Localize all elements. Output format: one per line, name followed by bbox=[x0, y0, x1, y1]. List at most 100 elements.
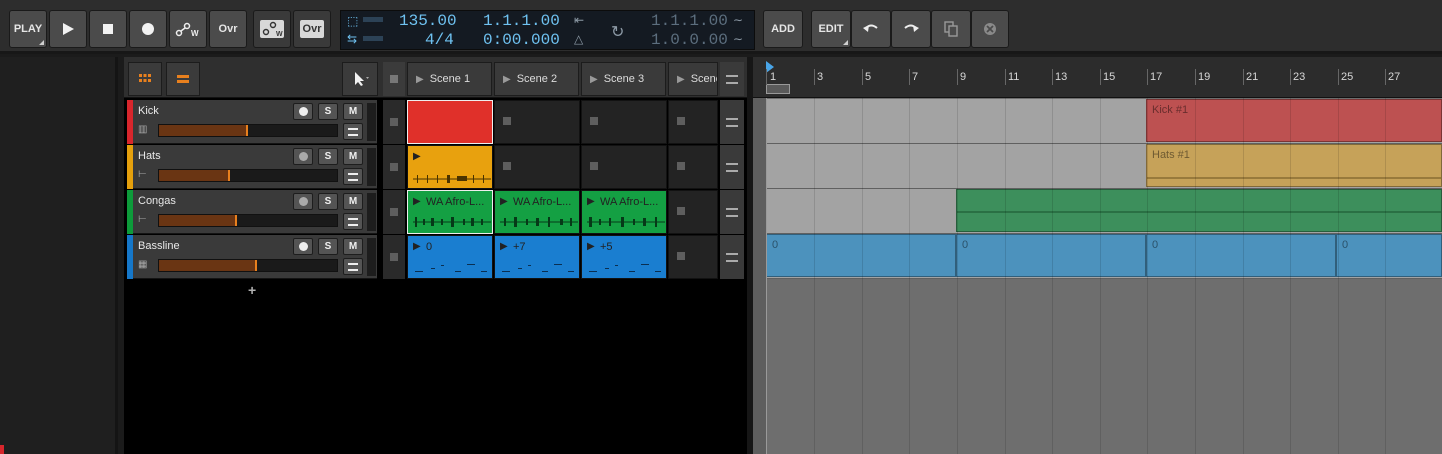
stop-button-hats[interactable] bbox=[383, 145, 405, 189]
scene-menu-button[interactable] bbox=[720, 62, 744, 96]
stop-all-button[interactable] bbox=[383, 62, 405, 96]
mute-button-kick[interactable]: M bbox=[343, 103, 363, 120]
record-arm-button-congas[interactable] bbox=[293, 193, 313, 210]
fade-in-icon[interactable]: ∼ bbox=[733, 13, 743, 27]
slot-kick-scene-4[interactable] bbox=[668, 100, 718, 144]
track-list-button-bassline[interactable] bbox=[720, 235, 744, 279]
arranger-lane-bassline[interactable]: 0 0 0 0 bbox=[766, 234, 1442, 279]
grid-view-button[interactable] bbox=[128, 62, 162, 96]
undo-button[interactable] bbox=[851, 10, 891, 48]
clip-bassline-scene-3[interactable]: ▶ +5 bbox=[581, 235, 667, 279]
position-beats-value[interactable]: 1.1.1.00 bbox=[483, 12, 560, 30]
loop-length-value[interactable]: 1.0.0.00 bbox=[651, 31, 728, 49]
record-arm-button-kick[interactable] bbox=[293, 103, 313, 120]
play-button[interactable] bbox=[49, 10, 87, 48]
scene-4-button[interactable]: ▶ Scene bbox=[668, 62, 718, 96]
clip-hats-scene-1[interactable]: ▶ bbox=[407, 145, 493, 189]
stop-button[interactable] bbox=[89, 10, 127, 48]
track-name-hats[interactable]: Hats bbox=[138, 150, 161, 162]
solo-button-hats[interactable]: S bbox=[318, 148, 338, 165]
slot-hats-scene-3[interactable] bbox=[581, 145, 667, 189]
pointer-tool-button[interactable] bbox=[342, 62, 378, 96]
clip-congas-scene-2[interactable]: ▶ WA Afro-L... bbox=[494, 190, 580, 234]
track-kick[interactable]: Kick ▥ S M bbox=[127, 100, 377, 144]
slot-hats-scene-4[interactable] bbox=[668, 145, 718, 189]
clip-bassline-scene-2[interactable]: ▶ +7 bbox=[494, 235, 580, 279]
metronome-click-icon[interactable]: △ bbox=[574, 32, 583, 46]
arranger-clip-bass-1[interactable]: 0 bbox=[766, 234, 956, 277]
record-arm-button-hats[interactable] bbox=[293, 148, 313, 165]
track-list-button-kick[interactable] bbox=[720, 100, 744, 144]
edit-button[interactable]: EDIT bbox=[811, 10, 851, 48]
track-list-button-congas[interactable] bbox=[720, 190, 744, 234]
time-signature-value[interactable]: 4/4 bbox=[425, 31, 454, 49]
automation-write-button[interactable]: W bbox=[169, 10, 207, 48]
track-name-congas[interactable]: Congas bbox=[138, 195, 176, 207]
mute-button-bassline[interactable]: M bbox=[343, 238, 363, 255]
scene-2-button[interactable]: ▶ Scene 2 bbox=[494, 62, 579, 96]
redo-button[interactable] bbox=[891, 10, 931, 48]
arranger-clip-bass-4[interactable]: 0 bbox=[1336, 234, 1442, 277]
solo-button-bassline[interactable]: S bbox=[318, 238, 338, 255]
scene-3-button[interactable]: ▶ Scene 3 bbox=[581, 62, 666, 96]
scene-1-button[interactable]: ▶ Scene 1 bbox=[407, 62, 492, 96]
slot-congas-scene-4[interactable] bbox=[668, 190, 718, 234]
loop-icon[interactable]: ↻ bbox=[611, 22, 624, 42]
track-hats[interactable]: Hats ⊢ S M bbox=[127, 145, 377, 189]
record-arm-button-bassline[interactable] bbox=[293, 238, 313, 255]
arranger-clip-hats-1[interactable]: Hats #1 bbox=[1146, 144, 1442, 187]
stop-button-bassline[interactable] bbox=[383, 235, 405, 279]
launcher-overdub-button[interactable]: Ovr bbox=[293, 10, 331, 48]
arranger-lane-kick[interactable]: Kick #1 bbox=[766, 99, 1442, 144]
track-menu-button-congas[interactable] bbox=[343, 213, 363, 230]
launcher-automation-write-button[interactable]: W bbox=[253, 10, 291, 48]
track-name-bassline[interactable]: Bassline bbox=[138, 240, 180, 252]
slot-bassline-scene-4[interactable] bbox=[668, 235, 718, 279]
track-list-button-hats[interactable] bbox=[720, 145, 744, 189]
track-menu-button-kick[interactable] bbox=[343, 123, 363, 140]
stop-button-kick[interactable] bbox=[383, 100, 405, 144]
stop-button-congas[interactable] bbox=[383, 190, 405, 234]
arranger-clip-bass-2[interactable]: 0 bbox=[956, 234, 1146, 277]
arranger-timeline[interactable]: 1 3 5 7 9 11 13 15 17 19 21 23 25 27 Kic… bbox=[753, 57, 1442, 454]
copy-button[interactable] bbox=[931, 10, 971, 48]
volume-slider-hats[interactable] bbox=[158, 169, 338, 182]
slot-hats-scene-2[interactable] bbox=[494, 145, 580, 189]
play-mode-button[interactable]: PLAY bbox=[9, 10, 47, 48]
track-menu-button-bassline[interactable] bbox=[343, 258, 363, 275]
add-button[interactable]: ADD bbox=[763, 10, 803, 48]
mute-button-hats[interactable]: M bbox=[343, 148, 363, 165]
fade-out-icon[interactable]: ∼ bbox=[733, 32, 743, 46]
position-time-value[interactable]: 0:00.000 bbox=[483, 31, 560, 49]
clip-kick-scene-1[interactable] bbox=[407, 100, 493, 144]
slot-kick-scene-3[interactable] bbox=[581, 100, 667, 144]
solo-button-congas[interactable]: S bbox=[318, 193, 338, 210]
record-button[interactable] bbox=[129, 10, 167, 48]
timeline-ruler[interactable]: 1 3 5 7 9 11 13 15 17 19 21 23 25 27 bbox=[753, 57, 1442, 98]
arranger-lane-congas[interactable] bbox=[766, 189, 1442, 234]
track-congas[interactable]: Congas ⊢ S M bbox=[127, 190, 377, 234]
volume-slider-kick[interactable] bbox=[158, 124, 338, 137]
arranger-clip-bass-3[interactable]: 0 bbox=[1146, 234, 1336, 277]
list-view-button[interactable] bbox=[166, 62, 200, 96]
mute-button-congas[interactable]: M bbox=[343, 193, 363, 210]
tempo-value[interactable]: 135.00 bbox=[399, 12, 457, 30]
clip-congas-scene-1[interactable]: ▶ WA Afro-L... bbox=[407, 190, 493, 234]
volume-slider-congas[interactable] bbox=[158, 214, 338, 227]
solo-button-kick[interactable]: S bbox=[318, 103, 338, 120]
track-menu-button-hats[interactable] bbox=[343, 168, 363, 185]
add-track-button[interactable]: + bbox=[248, 282, 256, 298]
slot-kick-scene-2[interactable] bbox=[494, 100, 580, 144]
track-name-kick[interactable]: Kick bbox=[138, 105, 159, 117]
arranger-lane-hats[interactable]: Hats #1 bbox=[766, 144, 1442, 189]
follow-icon[interactable]: ⇤ bbox=[574, 13, 584, 27]
overdub-button[interactable]: Ovr bbox=[209, 10, 247, 48]
metronome-icon[interactable]: ⬚ bbox=[347, 14, 358, 28]
track-bassline[interactable]: Bassline ▦ S M bbox=[127, 235, 377, 279]
clip-bassline-scene-1[interactable]: ▶ 0 bbox=[407, 235, 493, 279]
loop-start-value[interactable]: 1.1.1.00 bbox=[651, 12, 728, 30]
clip-congas-scene-3[interactable]: ▶ WA Afro-L... bbox=[581, 190, 667, 234]
delete-button[interactable] bbox=[971, 10, 1009, 48]
volume-slider-bassline[interactable] bbox=[158, 259, 338, 272]
arranger-clip-kick-1[interactable]: Kick #1 bbox=[1146, 99, 1442, 142]
